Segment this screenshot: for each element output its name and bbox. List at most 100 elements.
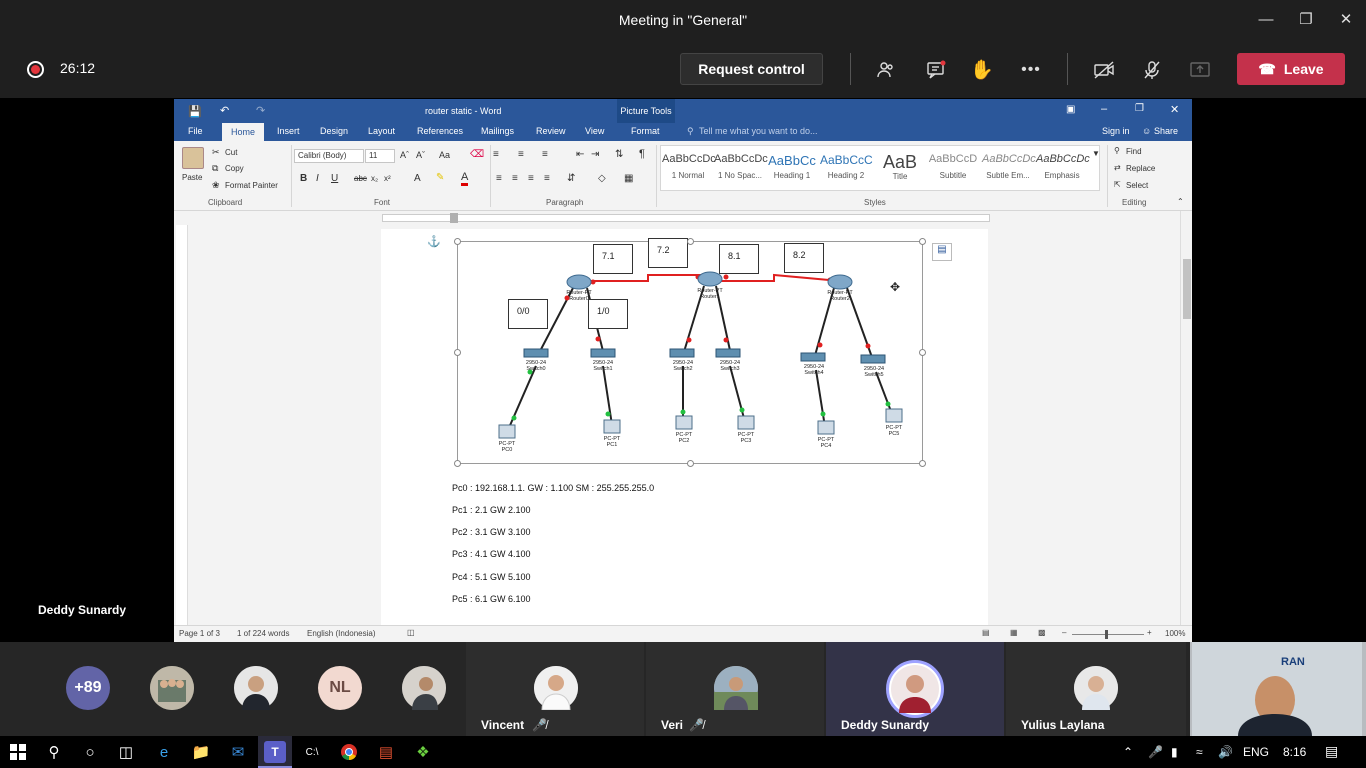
language-tray[interactable]: ENG: [1243, 745, 1269, 759]
sort-icon[interactable]: ⇅: [615, 149, 623, 160]
borders-icon[interactable]: ▦: [624, 173, 633, 184]
read-mode-icon[interactable]: ▤: [982, 628, 990, 637]
zoom-out-icon[interactable]: –: [1062, 628, 1066, 637]
tab-file[interactable]: File: [188, 126, 203, 136]
tab-review[interactable]: Review: [536, 126, 566, 136]
subscript-icon[interactable]: x₂: [371, 174, 378, 183]
participant-tile[interactable]: Yulius Laylana: [1006, 642, 1186, 736]
web-layout-icon[interactable]: ▩: [1038, 628, 1046, 637]
style-subtle-emphasis[interactable]: AaBbCcDc Subtle Em...: [982, 153, 1036, 180]
search-icon[interactable]: ⚲: [43, 741, 65, 763]
style-emphasis[interactable]: AaBbCcDc Emphasis: [1036, 153, 1090, 180]
numbering-icon[interactable]: ≡: [518, 149, 524, 160]
zoom-in-icon[interactable]: +: [1147, 628, 1152, 637]
word-minimize-icon[interactable]: –: [1101, 103, 1107, 115]
leave-button[interactable]: ☎ Leave: [1237, 53, 1345, 85]
line-spacing-icon[interactable]: ⇵: [567, 173, 575, 184]
avatar-initials[interactable]: NL: [318, 666, 362, 710]
windows-start-icon[interactable]: [7, 741, 29, 763]
share-button[interactable]: Share: [1154, 126, 1178, 136]
resize-handle[interactable]: [454, 238, 461, 245]
command-prompt-icon[interactable]: C:\: [301, 741, 323, 763]
font-color-icon[interactable]: A: [461, 172, 469, 186]
tab-insert[interactable]: Insert: [277, 126, 300, 136]
microphone-tray-icon[interactable]: 🎤: [1148, 745, 1163, 759]
tab-view[interactable]: View: [585, 126, 604, 136]
overflow-count[interactable]: +89: [66, 666, 110, 710]
bullets-icon[interactable]: ≡: [493, 149, 499, 160]
vertical-scrollbar[interactable]: [1180, 211, 1192, 625]
layout-options-icon[interactable]: ▤: [932, 243, 952, 261]
resize-handle[interactable]: [919, 238, 926, 245]
page-count[interactable]: Page 1 of 3: [179, 629, 220, 638]
zoom-slider[interactable]: [1072, 634, 1144, 635]
style-normal[interactable]: AaBbCcDc 1 Normal: [662, 153, 716, 180]
task-view-icon[interactable]: ◫: [115, 741, 137, 763]
style-title[interactable]: AaB Title: [874, 153, 926, 181]
clear-formatting-icon[interactable]: ⌫: [470, 149, 484, 160]
paste-button[interactable]: Paste: [182, 173, 202, 182]
grow-font-icon[interactable]: Aˆ: [400, 150, 409, 160]
resize-handle[interactable]: [919, 460, 926, 467]
word-close-icon[interactable]: ✕: [1170, 103, 1179, 116]
show-formatting-icon[interactable]: ¶: [639, 148, 645, 160]
resize-handle[interactable]: [454, 460, 461, 467]
packet-tracer-icon[interactable]: ❖: [412, 741, 434, 763]
collapse-ribbon-icon[interactable]: ⌃: [1177, 197, 1184, 206]
horizontal-ruler[interactable]: [174, 211, 1192, 225]
increase-indent-icon[interactable]: ⇥: [591, 149, 599, 160]
format-painter-button[interactable]: Format Painter: [225, 181, 278, 190]
align-right-icon[interactable]: ≡: [528, 173, 534, 184]
strikethrough-icon[interactable]: abc: [354, 174, 367, 183]
mic-off-icon[interactable]: [1139, 57, 1165, 83]
tray-overflow-icon[interactable]: ⌃: [1123, 745, 1133, 759]
mail-icon[interactable]: ✉: [227, 741, 249, 763]
participant-tile[interactable]: Veri 🎤̸: [646, 642, 824, 736]
volume-icon[interactable]: 🔊: [1218, 745, 1233, 759]
ruler-indent-marker[interactable]: [450, 213, 458, 223]
style-heading-2[interactable]: AaBbCcC Heading 2: [820, 153, 873, 180]
font-name-select[interactable]: Calibri (Body): [294, 149, 364, 163]
undo-icon[interactable]: ↶: [220, 104, 229, 117]
file-explorer-icon[interactable]: 📁: [190, 741, 212, 763]
align-left-icon[interactable]: ≡: [496, 173, 502, 184]
align-center-icon[interactable]: ≡: [512, 173, 518, 184]
font-size-select[interactable]: 11: [365, 149, 395, 163]
decrease-indent-icon[interactable]: ⇤: [576, 149, 584, 160]
word-restore-icon[interactable]: ❐: [1135, 103, 1144, 114]
raise-hand-icon[interactable]: ✋: [969, 57, 995, 83]
avatar[interactable]: [234, 666, 278, 710]
language-indicator[interactable]: English (Indonesia): [307, 629, 375, 638]
document-page[interactable]: ⚓ Router-PT Router0 Router-PT Router1 Ro…: [381, 229, 988, 629]
resize-handle[interactable]: [687, 238, 694, 245]
participants-icon[interactable]: [873, 57, 899, 83]
zoom-level[interactable]: 100%: [1165, 629, 1185, 638]
tell-me-search[interactable]: Tell me what you want to do...: [699, 126, 818, 136]
justify-icon[interactable]: ≡: [544, 173, 550, 184]
app-icon[interactable]: ▤: [375, 741, 397, 763]
shrink-font-icon[interactable]: Aˇ: [416, 150, 425, 160]
word-count[interactable]: 1 of 224 words: [237, 629, 289, 638]
wifi-icon[interactable]: ≈: [1196, 745, 1203, 759]
copy-button[interactable]: Copy: [225, 164, 244, 173]
restore-icon[interactable]: ❐: [1286, 0, 1326, 38]
style-subtitle[interactable]: AaBbCcD Subtitle: [927, 153, 979, 180]
cortana-icon[interactable]: ○: [79, 741, 101, 763]
change-case-icon[interactable]: Aa: [439, 150, 450, 160]
styles-more-icon[interactable]: ▼: [1092, 149, 1100, 158]
request-control-button[interactable]: Request control: [680, 53, 823, 85]
bold-icon[interactable]: B: [300, 173, 307, 184]
text-effects-icon[interactable]: A: [414, 173, 421, 184]
battery-icon[interactable]: ▮: [1171, 745, 1178, 759]
select-button[interactable]: Select: [1126, 181, 1148, 190]
italic-icon[interactable]: I: [316, 173, 319, 184]
find-button[interactable]: Find: [1126, 147, 1142, 156]
chat-icon[interactable]: [923, 57, 949, 83]
resize-handle[interactable]: [454, 349, 461, 356]
style-heading-1[interactable]: AaBbCc Heading 1: [766, 153, 818, 180]
participant-tile-active-speaker[interactable]: Deddy Sunardy: [826, 642, 1004, 736]
paste-icon[interactable]: [182, 147, 204, 169]
chrome-icon[interactable]: [338, 741, 360, 763]
resize-handle[interactable]: [687, 460, 694, 467]
teams-icon[interactable]: T: [264, 741, 286, 763]
